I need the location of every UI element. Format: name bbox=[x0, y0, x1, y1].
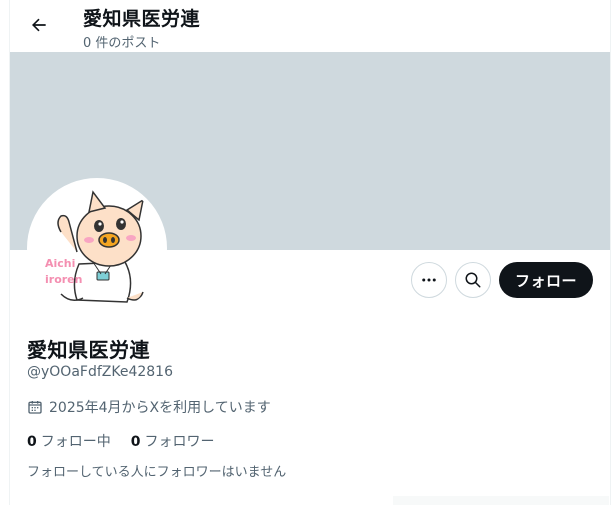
followers-link[interactable]: 0 フォロワー bbox=[131, 431, 215, 451]
avatar-logo-text: Aichi iroren bbox=[45, 257, 83, 286]
more-icon bbox=[422, 278, 436, 282]
more-button[interactable] bbox=[411, 262, 447, 298]
page-title: 愛知県医労連 bbox=[83, 8, 201, 30]
joined-text: 2025年4月からXを利用しています bbox=[49, 400, 271, 416]
profile-handle: @yOOaFdfZKe42816 bbox=[27, 364, 173, 380]
profile-column: 愛知県医労連 0 件のポスト Aichi iroren フォロー 愛知県医労連 … bbox=[9, 0, 611, 505]
pig-mascot-icon bbox=[57, 190, 145, 303]
followers-note: フォローしている人にフォロワーはいません bbox=[27, 465, 287, 480]
post-count: 0 件のポスト bbox=[83, 36, 161, 51]
following-count: 0 bbox=[27, 434, 37, 450]
back-button[interactable] bbox=[22, 8, 56, 42]
followers-count: 0 bbox=[130, 434, 141, 450]
followers-label: フォロワー bbox=[144, 434, 215, 450]
profile-name: 愛知県医労連 bbox=[27, 338, 150, 362]
calendar-icon bbox=[28, 401, 42, 414]
joined-date: 2025年4月からXを利用しています bbox=[27, 397, 271, 417]
follow-stats: 0 フォロー中 0 フォロワー bbox=[27, 431, 215, 451]
top-bar: 愛知県医労連 0 件のポスト bbox=[10, 0, 610, 52]
follow-button[interactable]: フォロー bbox=[499, 262, 593, 298]
corner-panel bbox=[393, 496, 609, 505]
search-icon bbox=[465, 272, 481, 288]
following-link[interactable]: 0 フォロー中 bbox=[27, 431, 111, 451]
search-button[interactable] bbox=[455, 262, 491, 298]
avatar[interactable]: Aichi iroren bbox=[27, 178, 167, 318]
arrow-left-icon bbox=[32, 18, 46, 32]
following-label: フォロー中 bbox=[40, 434, 111, 450]
